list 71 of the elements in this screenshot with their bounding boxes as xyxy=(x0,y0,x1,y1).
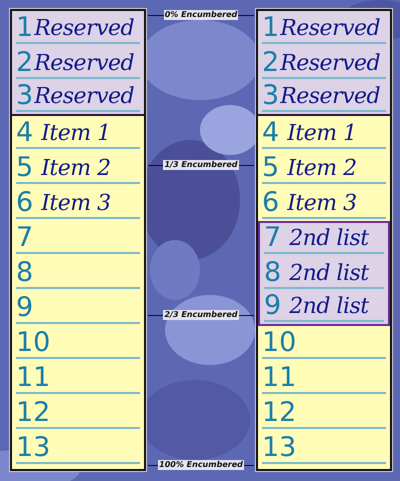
list-row[interactable]: 10 xyxy=(12,326,144,361)
item-name: Reserved xyxy=(280,15,380,43)
list-row[interactable]: 5 Item 2 xyxy=(12,151,144,186)
item-name: Item 2 xyxy=(41,155,111,183)
encumbrance-marker: 1/3 Encumbered xyxy=(163,160,239,170)
row-number: 13 xyxy=(262,432,296,463)
row-number: 2 xyxy=(262,47,280,78)
row-number: 7 xyxy=(16,222,34,253)
list-row[interactable]: 3Reserved xyxy=(12,81,144,116)
list-row[interactable]: 8 2nd list xyxy=(258,256,390,291)
list-row[interactable]: 12 xyxy=(258,396,390,431)
list-row[interactable]: 3Reserved xyxy=(258,81,390,116)
item-name: 2nd list xyxy=(289,293,369,321)
list-row[interactable]: 2Reserved xyxy=(258,46,390,81)
row-number: 2 xyxy=(16,47,34,78)
row-number: 6 xyxy=(262,187,280,218)
item-name: Reserved xyxy=(280,83,380,111)
item-name: Reserved xyxy=(34,50,134,78)
row-number: 9 xyxy=(16,292,34,323)
item-name: Item 1 xyxy=(41,120,111,148)
row-number: 13 xyxy=(16,432,50,463)
row-number: 4 xyxy=(16,117,34,148)
row-number: 5 xyxy=(262,152,280,183)
encumbrance-marker: 0% Encumbered xyxy=(164,10,238,20)
row-number: 11 xyxy=(262,362,296,393)
item-name: Item 3 xyxy=(287,190,357,218)
row-number: 7 xyxy=(264,222,282,253)
list-row[interactable]: 7 2nd list xyxy=(258,221,390,256)
row-number: 6 xyxy=(16,187,34,218)
row-number: 4 xyxy=(262,117,280,148)
list-row[interactable]: 10 xyxy=(258,326,390,361)
list-row[interactable]: 13 xyxy=(258,431,390,466)
row-number: 8 xyxy=(264,257,282,288)
list-row[interactable]: 7 xyxy=(12,221,144,256)
row-number: 11 xyxy=(16,362,50,393)
row-number: 1 xyxy=(16,12,34,43)
list-row[interactable]: 13 xyxy=(12,431,144,466)
list-row[interactable]: 1Reserved xyxy=(258,11,390,46)
list-row[interactable]: 4 Item 1 xyxy=(258,116,390,151)
row-number: 12 xyxy=(262,397,296,428)
row-number: 1 xyxy=(262,12,280,43)
list-row[interactable]: 12 xyxy=(12,396,144,431)
list-row[interactable]: 6 Item 3 xyxy=(258,186,390,221)
list-row[interactable]: 8 xyxy=(12,256,144,291)
item-name: 2nd list xyxy=(289,225,369,253)
row-number: 8 xyxy=(16,257,34,288)
list-row[interactable]: 1Reserved xyxy=(12,11,144,46)
row-number: 3 xyxy=(262,80,280,111)
row-number: 10 xyxy=(262,327,296,358)
row-number: 3 xyxy=(16,80,34,111)
item-name: Reserved xyxy=(280,50,380,78)
item-name: Reserved xyxy=(34,83,134,111)
row-number: 9 xyxy=(264,290,282,321)
list-row[interactable]: 11 xyxy=(12,361,144,396)
item-name: Item 3 xyxy=(41,190,111,218)
item-name: Item 2 xyxy=(287,155,357,183)
list-row[interactable]: 11 xyxy=(258,361,390,396)
list-row[interactable]: 4 Item 1 xyxy=(12,116,144,151)
encumbrance-marker: 2/3 Encumbered xyxy=(163,310,239,320)
row-number: 12 xyxy=(16,397,50,428)
row-number: 5 xyxy=(16,152,34,183)
list-row[interactable]: 6 Item 3 xyxy=(12,186,144,221)
item-name: Item 1 xyxy=(287,120,357,148)
item-name: Reserved xyxy=(34,15,134,43)
list-row[interactable]: 9 xyxy=(12,291,144,326)
list-row[interactable]: 2Reserved xyxy=(12,46,144,81)
item-name: 2nd list xyxy=(289,260,369,288)
list-row[interactable]: 9 2nd list xyxy=(258,291,390,326)
list-row[interactable]: 5 Item 2 xyxy=(258,151,390,186)
row-number: 10 xyxy=(16,327,50,358)
encumbrance-marker: 100% Encumbered xyxy=(158,460,244,470)
